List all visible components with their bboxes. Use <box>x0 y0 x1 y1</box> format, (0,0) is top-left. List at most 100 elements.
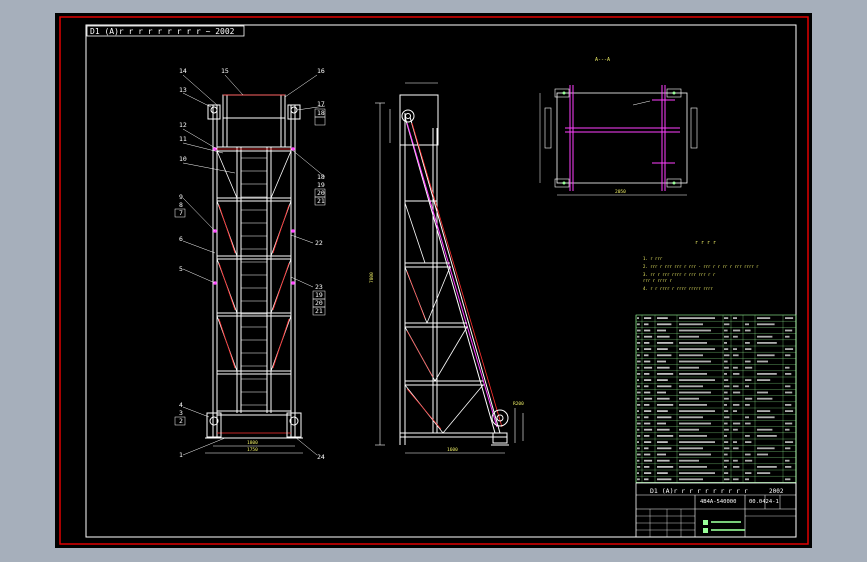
parts-list-cell-mark <box>679 335 699 338</box>
parts-list-cell-mark <box>637 323 640 326</box>
parts-list-cell-mark <box>785 348 794 350</box>
parts-list-cell-mark <box>757 428 773 431</box>
parts-list-cell-mark <box>644 385 649 388</box>
parts-list-cell-mark <box>724 379 729 381</box>
parts-list-cell-mark <box>733 466 740 468</box>
parts-list-cell-mark <box>644 379 652 381</box>
parts-list-cell-mark <box>785 466 792 468</box>
parts-list-cell-mark <box>757 453 768 456</box>
parts-list-cell-mark <box>637 404 641 406</box>
parts-list-cell-mark <box>679 422 711 425</box>
parts-list-cell-mark <box>657 435 674 437</box>
label-3: 3 <box>179 409 183 417</box>
parts-list-cell-mark <box>637 428 640 431</box>
parts-list-cell-mark <box>785 335 790 338</box>
label-9: 9 <box>179 193 183 201</box>
parts-list-cell-mark <box>679 385 703 388</box>
side-view: 7800 1600 R200 <box>369 82 524 454</box>
parts-list-cell-mark <box>724 466 727 468</box>
parts-list-cell-mark <box>757 472 771 474</box>
top-view: A---A 2050 <box>539 57 698 196</box>
parts-list-cell-mark <box>745 453 751 456</box>
parts-list-cell-mark <box>637 441 639 443</box>
parts-list-cell-mark <box>679 416 703 419</box>
parts-list-cell-mark <box>657 342 674 344</box>
parts-list-cell-mark <box>679 342 707 344</box>
parts-list-cell-mark <box>724 373 727 375</box>
parts-list-cell-mark <box>637 329 641 332</box>
parts-list-cell-mark <box>733 335 738 338</box>
parts-list-cell-mark <box>657 466 674 468</box>
parts-list-cell-mark <box>733 329 741 332</box>
parts-list-cell-mark <box>724 435 727 437</box>
parts-list-cell-mark <box>637 397 640 400</box>
parts-list-cell-mark <box>757 323 775 326</box>
parts-list-cell-mark <box>637 435 641 437</box>
label-6: 6 <box>179 235 183 243</box>
parts-list-cell-mark <box>644 348 652 350</box>
parts-list-cell-mark <box>724 385 730 388</box>
parts-list-cell-mark <box>644 422 651 425</box>
label-16: 16 <box>317 67 325 75</box>
parts-list-cell-mark <box>657 410 668 412</box>
parts-list-cell-mark <box>637 342 641 344</box>
parts-list-cell-mark <box>724 348 729 350</box>
note-line-1: 1. r rrr <box>643 256 663 261</box>
parts-list-cell-mark <box>785 428 790 431</box>
parts-list-cell-mark <box>679 354 703 357</box>
parts-list-cell-mark <box>637 360 641 363</box>
parts-list-cell-mark <box>644 404 650 406</box>
parts-list-cell-mark <box>745 360 751 363</box>
label-17: 17 <box>317 100 325 108</box>
top-view-title: A---A <box>595 57 610 63</box>
label-19a: 19 <box>317 181 325 189</box>
title-block-project-name: D1 (A)r r r r r r r r r r <box>650 487 748 495</box>
parts-list-cell-mark <box>657 447 672 450</box>
parts-list-cell-mark <box>757 354 775 357</box>
parts-list-cell-mark <box>657 385 672 388</box>
parts-list-cell-mark <box>644 329 651 332</box>
label-5: 5 <box>179 265 183 273</box>
parts-list-cell-mark <box>724 410 729 412</box>
label-13: 13 <box>179 86 187 94</box>
parts-list-cell-mark <box>644 453 651 456</box>
parts-list-cell-mark <box>724 447 730 450</box>
parts-list-cell-mark <box>679 323 703 326</box>
parts-list-cell-mark <box>724 404 727 406</box>
parts-list-cell-mark <box>733 348 737 350</box>
parts-list-cell-mark <box>733 428 738 431</box>
parts-list-cell-mark <box>657 422 666 425</box>
parts-list-cell-mark <box>679 435 707 437</box>
parts-list-cell-mark <box>733 422 741 425</box>
parts-list-cell-mark <box>757 397 773 400</box>
parts-list-cell-mark <box>657 428 670 431</box>
notes-title: r r r r <box>695 240 716 246</box>
note-line-2: 2. rrr r rrr rrr r rrr - rrr r r rr r rr… <box>643 264 759 269</box>
parts-list-cell-mark <box>724 354 730 357</box>
company-logo <box>703 520 745 533</box>
parts-list-cell-mark <box>679 397 699 400</box>
parts-list-cell-mark <box>757 435 777 437</box>
parts-list-cell-mark <box>724 397 729 400</box>
parts-list-cell-mark <box>637 416 640 419</box>
parts-list-cell-mark <box>745 416 749 419</box>
parts-list-cell-mark <box>679 348 715 350</box>
parts-list-cell-mark <box>724 335 729 338</box>
parts-list-cell-mark <box>733 354 739 357</box>
label-20a: 20 <box>317 189 325 197</box>
parts-list-cell-mark <box>644 360 651 363</box>
parts-list-cell-mark <box>657 335 670 338</box>
label-20b: 20 <box>315 299 323 307</box>
parts-list-cell-mark <box>785 478 791 481</box>
note-line-5: 4. r r rrrr r rrrr rrrrr rrrr <box>643 286 713 291</box>
label-1: 1 <box>179 451 183 459</box>
parts-list-cell-mark <box>637 317 639 319</box>
parts-list-cell-mark <box>644 373 650 375</box>
parts-list-cell-mark <box>657 373 674 375</box>
parts-list-cell-mark <box>785 329 793 332</box>
parts-list-cell-mark <box>733 317 737 319</box>
parts-list-cell-mark <box>785 317 794 319</box>
parts-list-cell-mark <box>724 366 729 369</box>
parts-list-cell-mark <box>757 447 775 450</box>
parts-list-cell-mark <box>644 366 653 369</box>
